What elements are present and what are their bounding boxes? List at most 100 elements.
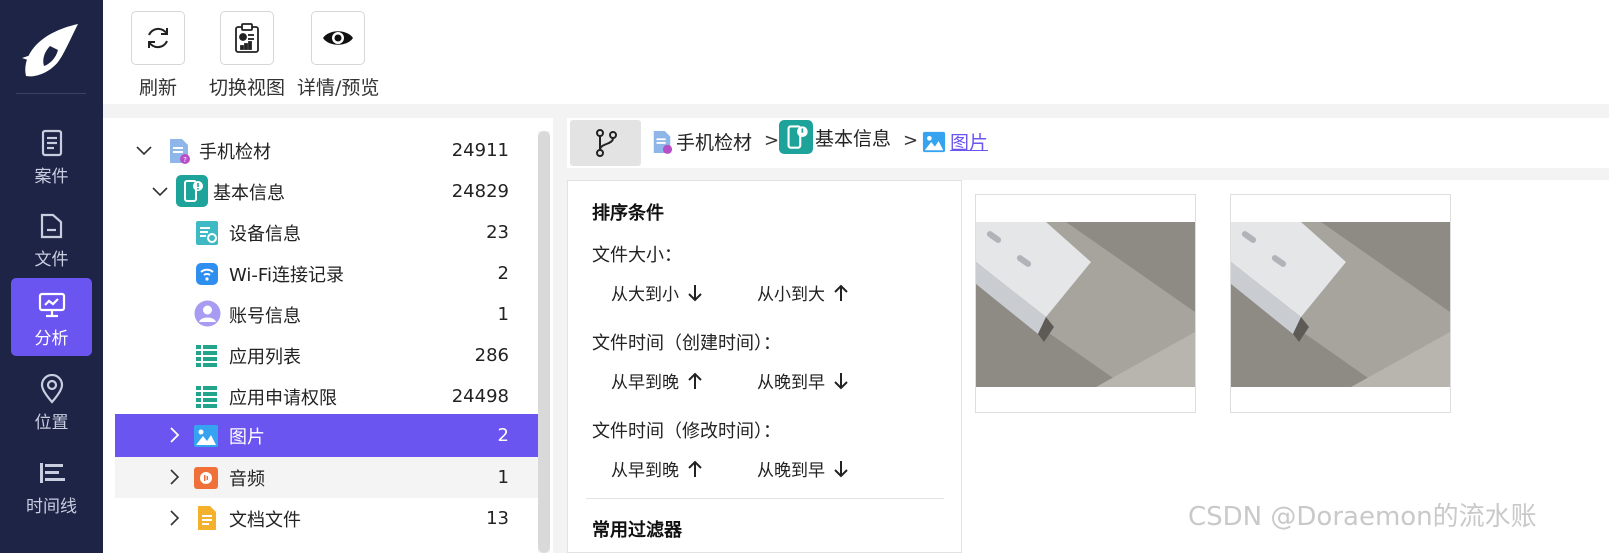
arrow-up-icon <box>688 460 702 477</box>
tree-item-account-info[interactable]: 账号信息 1 <box>115 294 539 335</box>
sort-created-asc-button[interactable]: 从早到晚 <box>611 368 703 393</box>
file-size-label: 文件大小： <box>592 245 682 266</box>
breadcrumb-item-basic-info[interactable]: 基本信息 <box>779 120 891 154</box>
detail-preview-button[interactable]: 详情/预览 <box>297 11 379 100</box>
tree-item-label: 音频 <box>229 468 265 490</box>
breadcrumb-divider <box>567 168 1609 180</box>
list-icon <box>196 345 217 367</box>
tree-item-app-permissions[interactable]: 应用申请权限 24498 <box>115 376 539 417</box>
breadcrumb-item-images[interactable]: 图片 <box>922 128 988 155</box>
breadcrumb-label: 图片 <box>950 132 989 154</box>
logo-divider <box>16 93 86 94</box>
git-branch-icon <box>595 129 617 157</box>
switch-view-label: 切换视图 <box>209 77 286 99</box>
tree-item-images[interactable]: 图片 2 <box>115 414 539 457</box>
refresh-button[interactable]: 刷新 <box>131 11 185 100</box>
tree-item-count: 24829 <box>451 181 509 202</box>
sort-option-label: 从晚到早 <box>757 461 825 481</box>
nav-item-cases[interactable]: 案件 <box>11 116 92 194</box>
branch-button[interactable] <box>570 120 641 166</box>
sort-modified-desc-button[interactable]: 从晚到早 <box>757 456 849 481</box>
sort-option-label: 从早到晚 <box>611 373 679 393</box>
location-icon <box>40 374 63 404</box>
tree-item-count: 24498 <box>451 386 509 407</box>
detail-preview-button-frame <box>311 11 366 65</box>
sort-size-desc-button[interactable]: 从大到小 <box>611 280 703 305</box>
tree-item-app-list[interactable]: 应用列表 286 <box>115 335 539 376</box>
tree-item-audio[interactable]: 音频 1 <box>115 457 539 498</box>
arrow-down-icon <box>688 284 702 301</box>
phone-info-icon <box>176 175 208 207</box>
breadcrumb-separator: > <box>903 130 919 151</box>
device-info-icon <box>196 221 218 245</box>
switch-view-button-frame <box>220 11 274 65</box>
clipboard-report-icon <box>235 23 259 53</box>
tree-item-documents[interactable]: 文档文件 13 <box>115 498 539 539</box>
evidence-tree: ? 手机检材 24911 基本信息 24829 设备信息 23 Wi-Fi连接记… <box>103 118 568 553</box>
tree-item-label: 账号信息 <box>229 305 301 327</box>
tree-item-phone-evidence[interactable]: ? 手机检材 24911 <box>115 130 539 171</box>
wifi-icon <box>196 263 218 285</box>
breadcrumb-separator: > <box>764 130 780 151</box>
refresh-icon <box>148 27 168 49</box>
tree-item-label: 基本信息 <box>213 182 285 204</box>
phone-evidence-icon <box>653 130 673 154</box>
image-thumbnail[interactable] <box>1230 194 1451 413</box>
tree-item-label: 应用申请权限 <box>229 387 337 409</box>
nav-label: 分析 <box>34 329 69 349</box>
tree-item-label: 设备信息 <box>229 223 301 245</box>
image-icon <box>194 425 218 447</box>
nav-label: 文件 <box>34 250 69 270</box>
phone-info-icon <box>779 120 813 154</box>
tree-item-count: 23 <box>486 222 509 243</box>
eye-icon <box>323 31 354 45</box>
tree-item-count: 13 <box>486 508 509 529</box>
left-nav: 案件 文件 分析 位置 时间线 <box>0 0 103 553</box>
tree-item-device-info[interactable]: 设备信息 23 <box>115 212 539 253</box>
sort-divider <box>586 498 944 499</box>
tree-item-count: 24911 <box>451 140 509 161</box>
nav-item-timeline[interactable]: 时间线 <box>11 446 92 524</box>
sort-title: 排序条件 <box>592 203 664 224</box>
detail-preview-label: 详情/预览 <box>297 77 380 99</box>
tree-item-label: 图片 <box>229 426 265 448</box>
app-logo <box>22 24 78 77</box>
tree-item-label: Wi-Fi连接记录 <box>229 264 344 286</box>
tree-item-count: 2 <box>497 425 509 446</box>
sort-option-label: 从小到大 <box>757 285 825 305</box>
nav-label: 位置 <box>34 413 69 433</box>
svg-text:?: ? <box>183 156 187 164</box>
tree-scrollbar[interactable] <box>538 131 550 553</box>
chevron-right-icon[interactable] <box>165 468 183 486</box>
toolbar-divider <box>103 104 1609 118</box>
chevron-right-icon[interactable] <box>165 509 183 527</box>
chevron-down-icon[interactable] <box>135 141 153 159</box>
tree-item-label: 应用列表 <box>229 346 301 368</box>
tree-item-label: 文档文件 <box>229 509 301 531</box>
photo-preview <box>976 222 1195 387</box>
nav-label: 时间线 <box>26 497 77 517</box>
switch-view-button[interactable]: 切换视图 <box>209 11 285 100</box>
breadcrumb-label: 基本信息 <box>815 127 892 150</box>
chevron-down-icon[interactable] <box>151 182 169 200</box>
chevron-right-icon[interactable] <box>165 426 183 444</box>
tree-item-wifi-records[interactable]: Wi-Fi连接记录 2 <box>115 253 539 294</box>
nav-item-analysis[interactable]: 分析 <box>11 278 92 356</box>
sort-modified-asc-button[interactable]: 从早到晚 <box>611 456 703 481</box>
refresh-label: 刷新 <box>138 77 177 99</box>
breadcrumb-item-phone-evidence[interactable]: 手机检材 <box>651 128 752 155</box>
tree-item-basic-info[interactable]: 基本信息 24829 <box>115 171 539 212</box>
panel-divider[interactable] <box>553 118 567 553</box>
sort-size-asc-button[interactable]: 从小到大 <box>757 280 849 305</box>
nav-item-location[interactable]: 位置 <box>11 362 92 440</box>
list-icon <box>196 386 217 408</box>
sort-option-label: 从晚到早 <box>757 373 825 393</box>
arrow-up-icon <box>834 284 848 301</box>
modified-time-label: 文件时间（修改时间）： <box>592 421 781 442</box>
created-time-label: 文件时间（创建时间）： <box>592 333 781 354</box>
sort-created-desc-button[interactable]: 从晚到早 <box>757 368 849 393</box>
tree-item-count: 2 <box>497 263 509 284</box>
image-thumbnail[interactable] <box>975 194 1196 413</box>
nav-item-files[interactable]: 文件 <box>11 199 92 277</box>
watermark: CSDN @Doraemon的流水账 <box>1188 502 1537 532</box>
